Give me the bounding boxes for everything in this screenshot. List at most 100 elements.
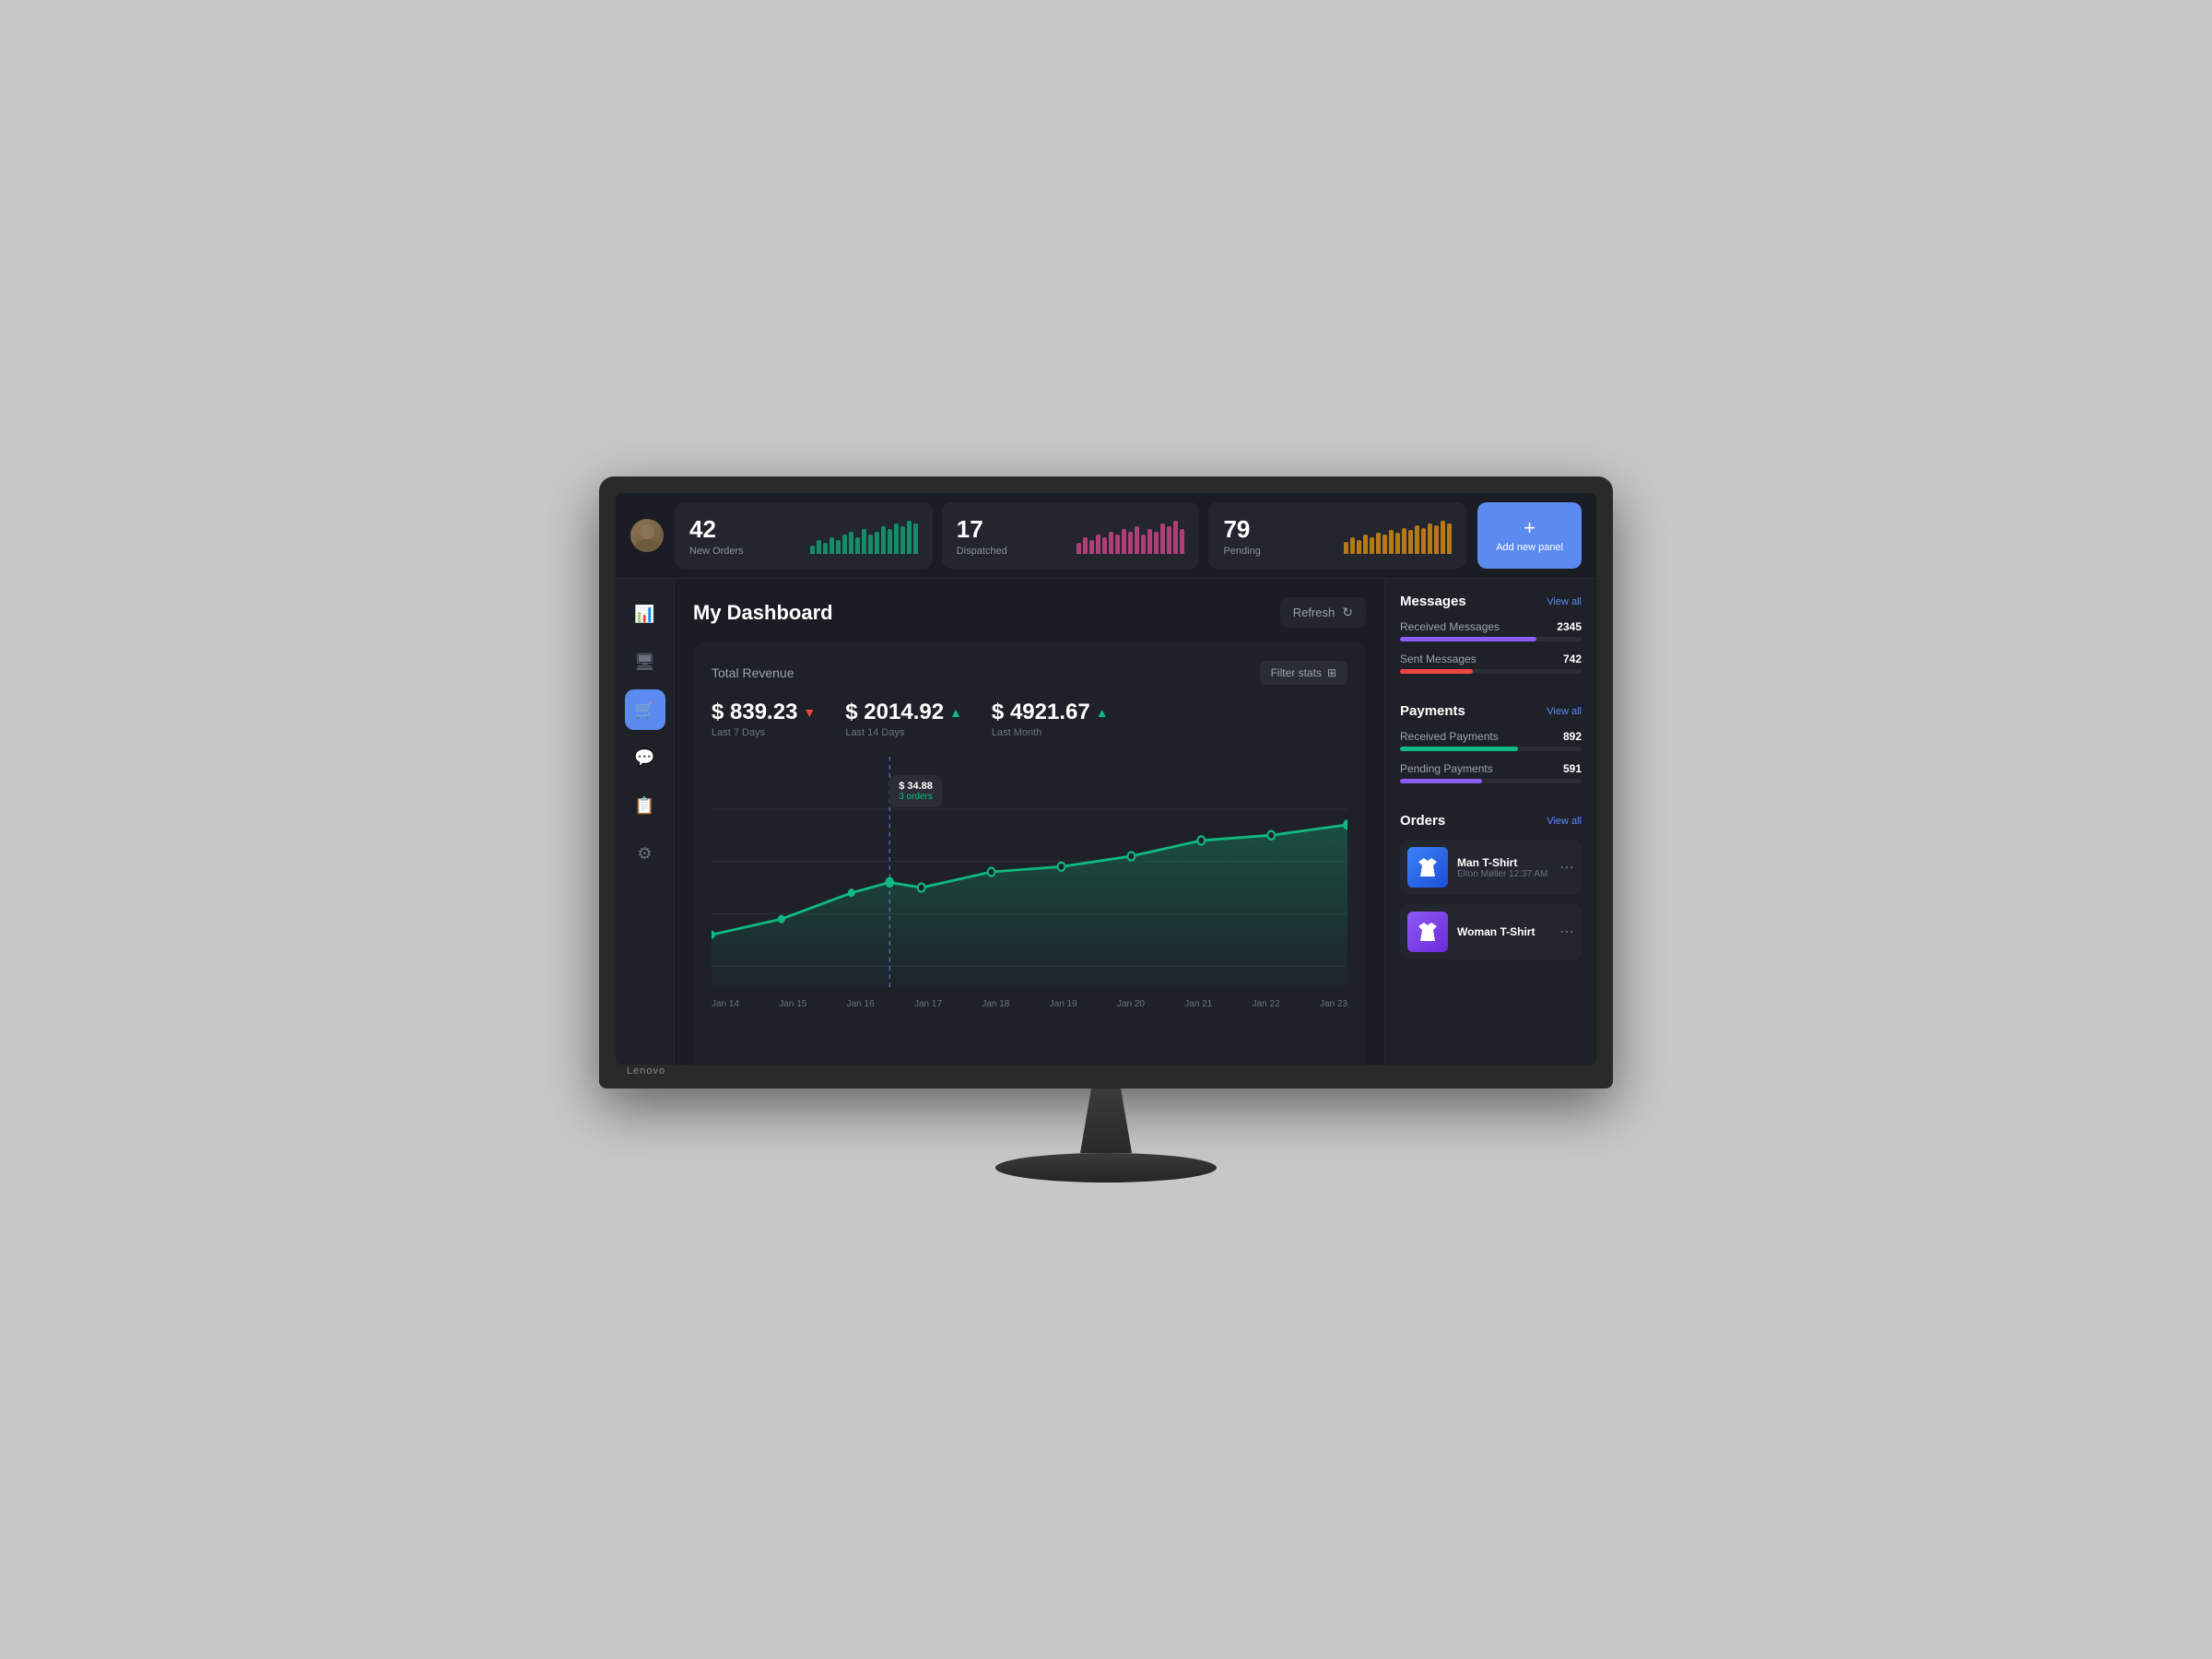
orders-title: Orders — [1400, 813, 1445, 829]
progress-value: 742 — [1563, 653, 1582, 665]
monitor-wrapper: 42New Orders17Dispatched 79 Pending + Add … — [599, 477, 1613, 1182]
chart-area: $ 34.88 3 orders — [712, 757, 1347, 1052]
chat-icon[interactable]: 💬 — [625, 737, 665, 778]
mini-bar — [836, 540, 841, 554]
payments-title: Payments — [1400, 703, 1465, 719]
chart-x-label: Jan 20 — [1117, 999, 1145, 1009]
progress-bar-fill — [1400, 637, 1536, 641]
mini-bar — [1122, 529, 1126, 554]
payments-view-all[interactable]: View all — [1547, 706, 1582, 717]
messages-title: Messages — [1400, 594, 1466, 609]
mini-bar — [1089, 540, 1094, 554]
sidebar: 📊 🖥 🛒 💬 📋 ⚙ — [616, 579, 675, 1065]
chart-x-label: Jan 15 — [779, 999, 806, 1009]
monitor-frame: 42New Orders17Dispatched 79 Pending + Add … — [599, 477, 1613, 1088]
progress-bar-fill — [1400, 747, 1518, 751]
orders-list: Man T-ShirtElton Møller 12:37 AM⋯Woman T… — [1400, 840, 1582, 959]
mini-bar — [823, 543, 828, 554]
stat-card-dispatched: 17Dispatched — [942, 502, 1200, 569]
mini-bar — [1441, 521, 1445, 554]
revenue-stats: $ 839.23 ▼ Last 7 Days $ 2014.92 ▲ — [712, 700, 1347, 738]
order-name: Man T-Shirt — [1457, 856, 1550, 869]
revenue-chart — [712, 757, 1347, 987]
revenue-month-trend: ▲ — [1096, 705, 1109, 720]
mini-bar — [1421, 528, 1426, 554]
chart-icon[interactable]: 📊 — [625, 594, 665, 634]
progress-label: Received Payments — [1400, 730, 1499, 743]
mini-bar — [1135, 526, 1139, 554]
messages-items: Received Messages 2345 Sent Messages 742 — [1400, 620, 1582, 674]
progress-label: Received Messages — [1400, 620, 1500, 633]
mini-bar — [1109, 532, 1113, 554]
order-more-button[interactable]: ⋯ — [1559, 923, 1574, 941]
mini-bar — [1350, 537, 1355, 554]
pending-chart — [1344, 517, 1452, 554]
progress-label: Sent Messages — [1400, 653, 1477, 665]
revenue-14days-period: Last 14 Days — [845, 727, 962, 738]
chart-x-label: Jan 17 — [914, 999, 942, 1009]
dashboard-title: My Dashboard — [693, 601, 833, 625]
revenue-month-value: $ 4921.67 — [992, 700, 1090, 725]
mini-bar — [1402, 528, 1406, 554]
progress-bar-bg — [1400, 637, 1582, 641]
orders-view-all[interactable]: View all — [1547, 816, 1582, 827]
dashboard-area: My Dashboard Refresh ↻ Total Revenue Fil… — [675, 579, 1384, 1065]
chart-x-label: Jan 21 — [1184, 999, 1212, 1009]
shop-icon[interactable]: 🛒 — [625, 689, 665, 730]
chart-x-labels: Jan 14Jan 15Jan 16Jan 17Jan 18Jan 19Jan … — [712, 992, 1347, 1017]
mini-bar — [1370, 537, 1374, 554]
new-orders-number: 42 — [689, 515, 744, 544]
revenue-7days-trend: ▼ — [803, 705, 816, 720]
mini-bar — [1408, 530, 1413, 554]
stats-row: 42New Orders17Dispatched 79 Pending — [675, 502, 1466, 569]
pending-label: Pending — [1223, 546, 1260, 557]
right-panel: Messages View all Received Messages 2345… — [1384, 579, 1596, 1065]
mini-bar — [1154, 532, 1159, 554]
messages-view-all[interactable]: View all — [1547, 596, 1582, 607]
mini-bar — [862, 529, 866, 554]
chart-x-label: Jan 22 — [1253, 999, 1280, 1009]
mini-bar — [1415, 525, 1419, 554]
mini-bar — [1141, 535, 1146, 554]
filter-stats-button[interactable]: Filter stats ⊞ — [1260, 661, 1347, 685]
chart-title: Total Revenue — [712, 665, 794, 680]
messages-section: Messages View all Received Messages 2345… — [1400, 594, 1582, 685]
chart-x-label: Jan 23 — [1320, 999, 1347, 1009]
tooltip-value: $ 34.88 — [899, 781, 933, 792]
mini-bar — [817, 540, 821, 554]
progress-bar-fill — [1400, 669, 1473, 674]
mini-bar — [894, 524, 899, 554]
presentation-icon[interactable]: 🖥 — [625, 641, 665, 682]
brand-label: Lenovo — [627, 1065, 665, 1077]
progress-item: Pending Payments 591 — [1400, 762, 1582, 783]
revenue-7days: $ 839.23 ▼ Last 7 Days — [712, 700, 816, 738]
stand-base — [995, 1153, 1217, 1182]
orders-section: Orders View all Man T-ShirtElton Møller … — [1400, 813, 1582, 959]
order-more-button[interactable]: ⋯ — [1559, 858, 1574, 877]
mini-bar — [1447, 524, 1452, 554]
chart-header: Total Revenue Filter stats ⊞ — [712, 661, 1347, 685]
chart-x-label: Jan 14 — [712, 999, 739, 1009]
mini-bar — [842, 535, 847, 554]
avatar — [630, 519, 664, 552]
pending-number: 79 — [1223, 515, 1260, 544]
mini-bar — [1096, 535, 1100, 554]
progress-value: 892 — [1563, 730, 1582, 743]
top-bar: 42New Orders17Dispatched 79 Pending + Add … — [616, 493, 1596, 579]
dashboard-header: My Dashboard Refresh ↻ — [693, 597, 1366, 628]
new-orders-chart — [810, 517, 918, 554]
document-icon[interactable]: 📋 — [625, 785, 665, 826]
mini-bar — [1160, 524, 1165, 554]
stat-card-new-orders: 42New Orders — [675, 502, 933, 569]
progress-bar-fill — [1400, 779, 1482, 783]
chart-container: Total Revenue Filter stats ⊞ $ 839.23 ▼ — [693, 642, 1366, 1065]
revenue-month-period: Last Month — [992, 727, 1109, 738]
add-panel-button[interactable]: + Add new panel — [1477, 502, 1582, 569]
filter-icon: ⊞ — [1327, 666, 1336, 679]
refresh-button[interactable]: Refresh ↻ — [1280, 597, 1366, 628]
refresh-icon: ↻ — [1342, 605, 1353, 620]
mini-bar — [1077, 543, 1081, 554]
settings-icon[interactable]: ⚙ — [625, 833, 665, 874]
order-item: Man T-ShirtElton Møller 12:37 AM⋯ — [1400, 840, 1582, 895]
mini-bar — [1376, 533, 1381, 554]
